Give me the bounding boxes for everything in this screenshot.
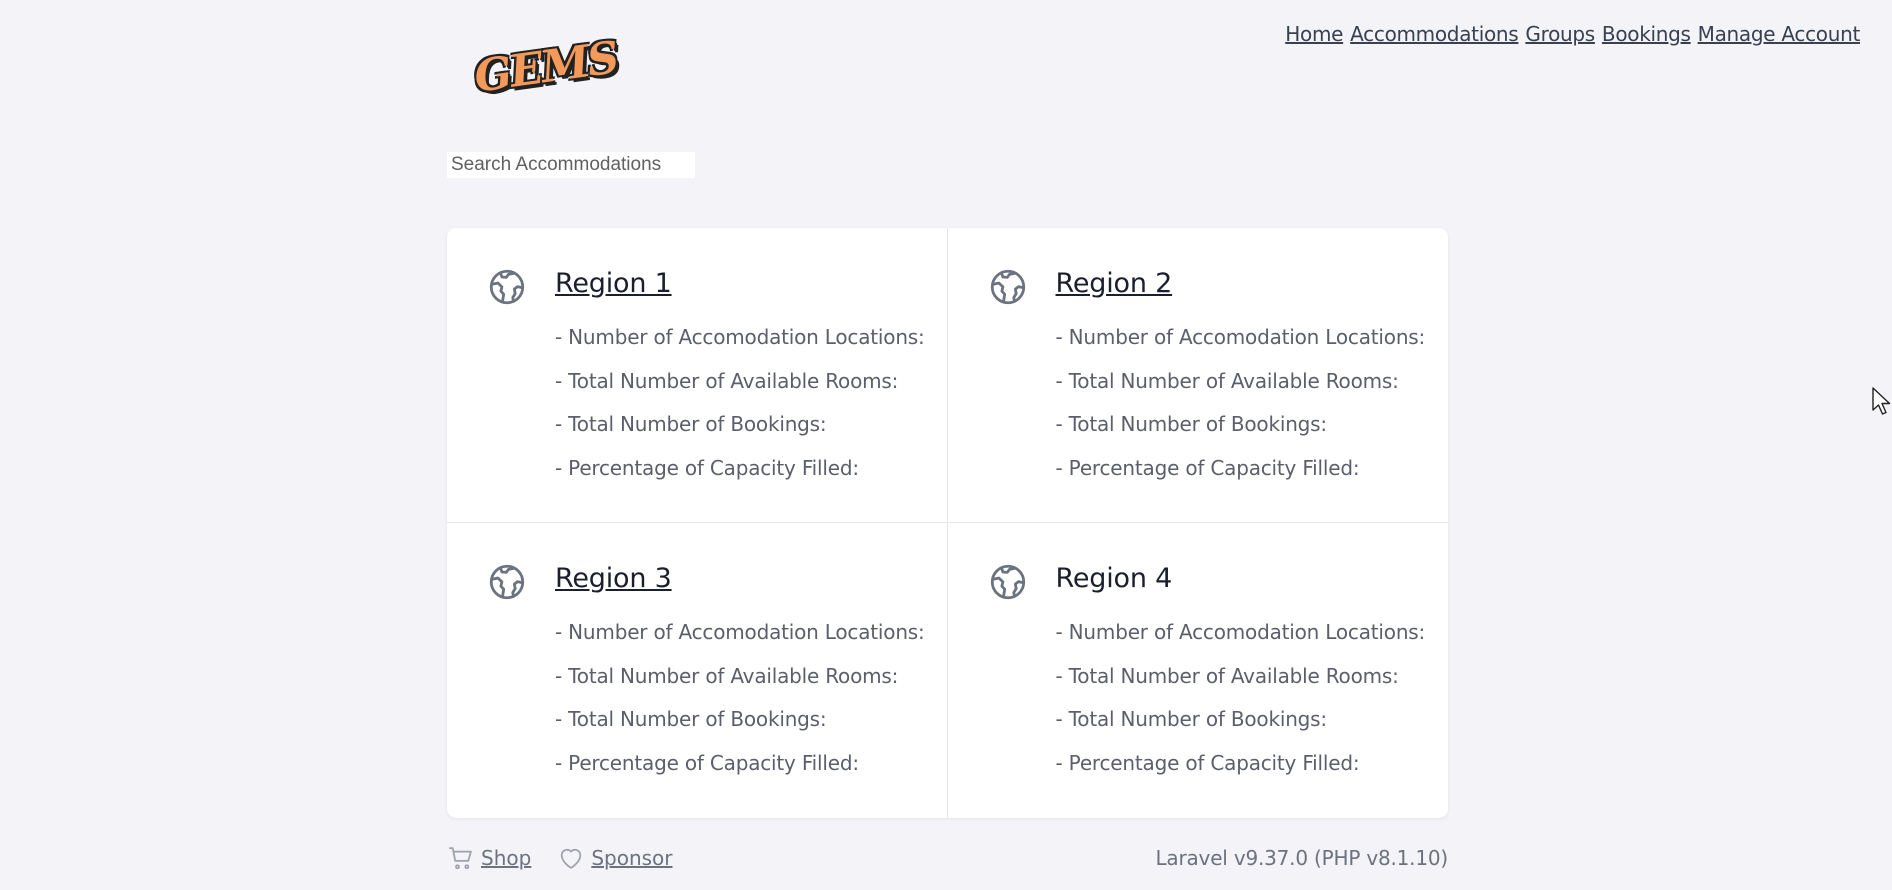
region-stats: - Number of Accomodation Locations: - To… [555,621,925,795]
top-nav: Home Accommodations Groups Bookings Mana… [1285,22,1860,46]
stat-locations: - Number of Accomodation Locations: [1055,325,1426,349]
region-stats: - Number of Accomodation Locations: - To… [1056,621,1426,795]
stat-bookings: - Total Number of Bookings: [555,707,827,731]
stat-bookings: - Total Number of Bookings: [1055,412,1328,436]
stat-capacity: - Percentage of Capacity Filled: [555,455,859,480]
globe-icon [489,564,525,600]
shop-link[interactable]: Shop [481,846,531,870]
region-stats: - Number of Accomodation Locations: - To… [555,326,925,500]
stat-locations: - Number of Accomodation Locations: [555,325,925,349]
gems-logo[interactable]: GEMS [471,32,620,102]
heart-icon [561,849,582,869]
search-accommodations-input[interactable] [447,152,695,178]
stat-capacity: - Percentage of Capacity Filled: [1055,455,1360,480]
region-title-link[interactable]: Region 3 [555,563,672,594]
nav-bookings-link[interactable]: Bookings [1602,22,1691,46]
region-title: Region 4 [1055,563,1173,594]
stat-available-rooms: - Total Number of Available Rooms: [555,663,899,688]
region-stats: - Number of Accomodation Locations: - To… [1056,326,1426,500]
region-card: Region 4 - Number of Accomodation Locati… [948,523,1449,818]
stat-available-rooms: - Total Number of Available Rooms: [1055,663,1399,688]
sponsor-link[interactable]: Sponsor [591,846,672,870]
nav-accommodations-link[interactable]: Accommodations [1350,22,1519,46]
region-title-link[interactable]: Region 1 [555,268,672,299]
stat-capacity: - Percentage of Capacity Filled: [555,750,859,775]
footer-links: Shop Sponsor [447,844,673,872]
region-card: Region 1 - Number of Accomodation Locati… [447,228,948,523]
globe-icon [990,564,1025,600]
stat-available-rooms: - Total Number of Available Rooms: [1055,368,1399,393]
version-text: Laravel v9.37.0 (PHP v8.1.10) [1155,846,1448,870]
globe-icon [489,269,525,305]
stat-locations: - Number of Accomodation Locations: [555,620,925,644]
nav-home-link[interactable]: Home [1285,22,1343,46]
region-card: Region 2 - Number of Accomodation Locati… [947,228,1448,523]
stat-bookings: - Total Number of Bookings: [555,412,827,436]
globe-icon [990,269,1025,305]
stat-locations: - Number of Accomodation Locations: [1055,620,1426,644]
cart-icon [449,847,472,870]
region-title-link[interactable]: Region 2 [1056,268,1173,299]
mouse-cursor-icon [1872,387,1891,415]
nav-groups-link[interactable]: Groups [1525,22,1595,46]
stat-capacity: - Percentage of Capacity Filled: [1055,750,1360,775]
regions-grid: Region 1 - Number of Accomodation Locati… [447,228,1448,818]
stat-available-rooms: - Total Number of Available Rooms: [555,368,899,393]
stat-bookings: - Total Number of Bookings: [1055,707,1328,731]
nav-manage-account-link[interactable]: Manage Account [1698,22,1861,46]
region-card: Region 3 - Number of Accomodation Locati… [447,523,948,818]
